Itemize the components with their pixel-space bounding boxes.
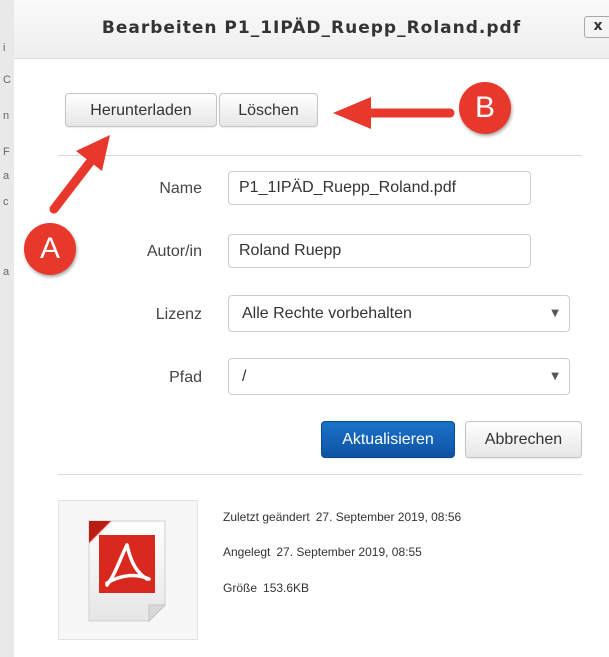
author-field[interactable]: Roland Ruepp: [228, 234, 531, 268]
background-glyph: a: [3, 170, 10, 182]
divider: [58, 155, 582, 156]
modified-label: Zuletzt geändert: [223, 510, 310, 524]
pdf-file-icon: [88, 520, 167, 623]
annotation-arrow-b: [333, 97, 455, 129]
annotation-callout-a: A: [24, 223, 76, 275]
name-field[interactable]: P1_1IPÄD_Ruepp_Roland.pdf: [228, 171, 531, 205]
cancel-button[interactable]: Abbrechen: [465, 421, 582, 458]
file-thumbnail: [58, 500, 198, 640]
license-selected-value: Alle Rechte vorbehalten: [242, 305, 412, 322]
background-glyph: c: [3, 196, 9, 208]
annotation-callout-b: B: [459, 82, 511, 134]
annotation-arrow-a: [49, 135, 110, 214]
size-label: Größe: [223, 581, 258, 595]
close-button[interactable]: x: [584, 16, 609, 38]
license-select[interactable]: Alle Rechte vorbehalten ▼: [228, 295, 570, 332]
size-value: 153.6KB: [263, 581, 310, 595]
path-select[interactable]: / ▼: [228, 358, 570, 395]
path-selected-value: /: [242, 368, 247, 385]
chevron-down-icon: ▼: [551, 308, 559, 319]
dialog-title: Bearbeiten P1_1IPÄD_Ruepp_Roland.pdf: [101, 18, 522, 38]
background-glyph: F: [3, 146, 10, 158]
delete-button[interactable]: Löschen: [219, 93, 318, 127]
size-info: Größe 153.6KB: [223, 581, 309, 595]
author-label: Autor/in: [146, 243, 202, 260]
modified-info: Zuletzt geändert 27. September 2019, 08:5…: [223, 510, 461, 524]
created-label: Angelegt: [223, 545, 271, 559]
background-window-strip: i C n F a c a: [0, 0, 15, 657]
license-label: Lizenz: [155, 306, 202, 323]
created-value: 27. September 2019, 08:55: [276, 545, 422, 559]
background-glyph: n: [3, 110, 10, 122]
created-info: Angelegt 27. September 2019, 08:55: [223, 545, 422, 559]
modified-value: 27. September 2019, 08:56: [315, 510, 462, 524]
chevron-down-icon: ▼: [551, 371, 559, 382]
update-button[interactable]: Aktualisieren: [321, 421, 455, 458]
background-glyph: a: [3, 266, 10, 278]
background-glyph: i: [3, 42, 6, 54]
divider: [58, 474, 582, 475]
download-button[interactable]: Herunterladen: [65, 93, 217, 127]
background-glyph: C: [3, 74, 11, 86]
edit-file-dialog: Bearbeiten P1_1IPÄD_Ruepp_Roland.pdf x H…: [14, 0, 609, 657]
path-label: Pfad: [169, 369, 202, 386]
dialog-titlebar: Bearbeiten P1_1IPÄD_Ruepp_Roland.pdf x: [14, 0, 609, 59]
